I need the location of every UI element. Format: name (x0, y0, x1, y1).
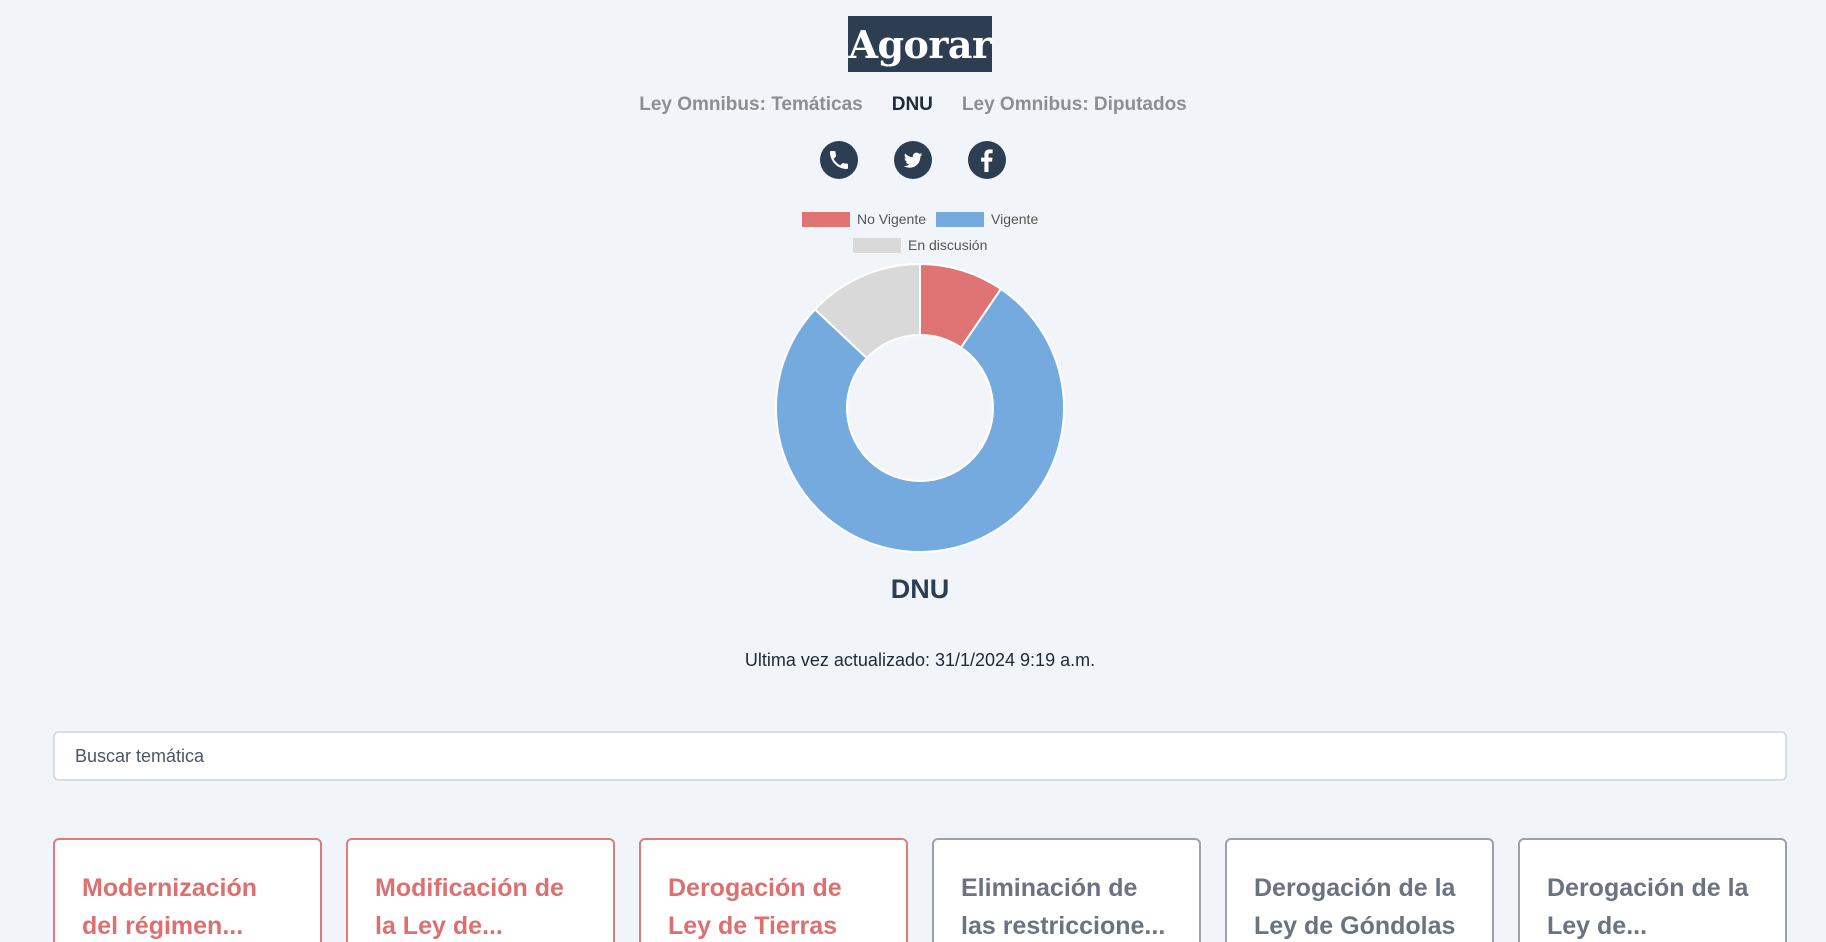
last-updated-text: Ultima vez actualizado: 31/1/2024 9:19 a… (744, 650, 1096, 670)
legend-label-vigente: Vigente (991, 211, 1038, 227)
topic-card-title: Derogación de la Ley de... (1547, 874, 1749, 940)
chart-title: DNU (890, 574, 950, 604)
topic-card-title: Modificación de la Ley de... (375, 874, 564, 940)
topic-card-title: Derogación de Ley de Tierras (668, 874, 842, 940)
topic-card[interactable]: Modernización del régimen... (53, 838, 322, 942)
legend-label-en-discusion: En discusión (908, 237, 987, 253)
topic-card[interactable]: Derogación de Ley de Tierras (639, 838, 908, 942)
chart-legend: No Vigente Vigente En discusión (802, 211, 1038, 253)
topic-card[interactable]: Eliminación de las restriccione... (932, 838, 1201, 942)
topic-card[interactable]: Modificación de la Ley de... (346, 838, 615, 942)
legend-swatch-vigente[interactable] (936, 212, 984, 227)
topic-cards: Modernización del régimen... Modificació… (53, 838, 1787, 942)
topic-card[interactable]: Derogación de la Ley de... (1518, 838, 1787, 942)
legend-swatch-en-discusion[interactable] (853, 238, 901, 253)
legend-swatch-no-vigente[interactable] (802, 212, 850, 227)
topic-card-title: Derogación de la Ley de Góndolas (1254, 874, 1456, 940)
status-doughnut-chart: No Vigente Vigente En discusión (775, 211, 1065, 553)
search-input[interactable] (53, 731, 1787, 781)
chart-slices (775, 262, 1065, 553)
topic-card-title: Modernización del régimen... (82, 874, 258, 940)
legend-label-no-vigente: No Vigente (857, 211, 926, 227)
topic-card-title: Eliminación de las restriccione... (961, 874, 1166, 940)
topic-card[interactable]: Derogación de la Ley de Góndolas (1225, 838, 1494, 942)
